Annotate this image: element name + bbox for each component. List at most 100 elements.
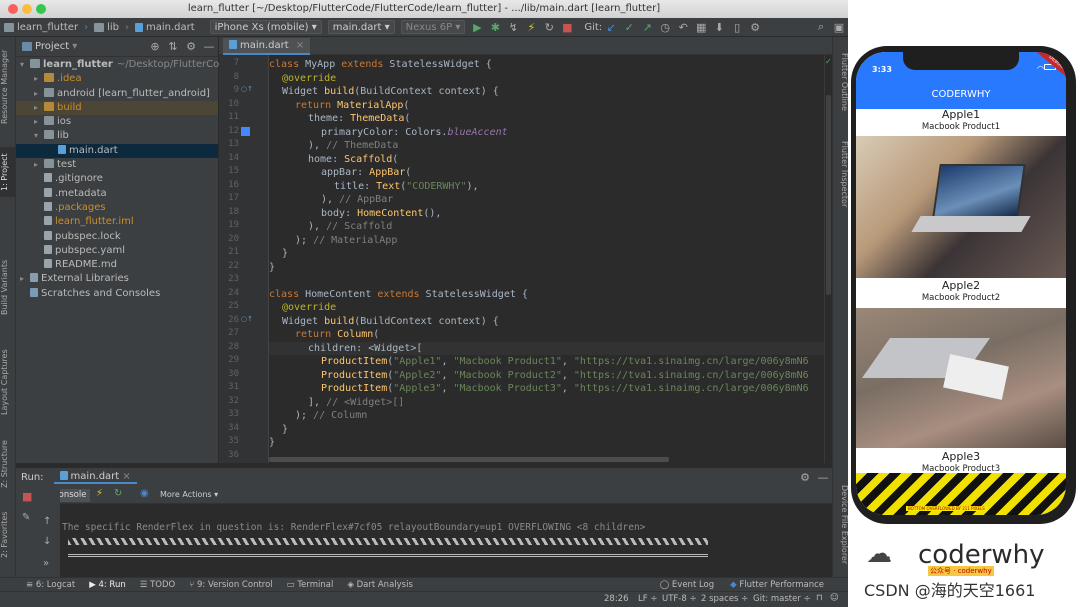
tree-item[interactable]: ▸ .idea [16, 72, 218, 86]
debug-icon[interactable]: ✱ [487, 21, 503, 34]
tree-item[interactable]: ▸ test [16, 158, 218, 172]
indent-setting[interactable]: 2 spaces ÷ [701, 594, 748, 604]
tree-item[interactable]: .packages [16, 201, 218, 215]
tool-tab-device-file-explorer[interactable]: Device File Explorer [833, 477, 849, 572]
bottom-tab[interactable]: ☰ TODO [140, 580, 175, 590]
git-rollback-icon[interactable]: ↶ [675, 21, 691, 34]
tree-item[interactable]: ▸ android [learn_flutter_android] [16, 87, 218, 101]
chevron-right-icon[interactable]: ▸ [34, 72, 44, 86]
chevron-down-icon[interactable]: ▾ [20, 58, 30, 72]
chevron-right-icon[interactable]: ▸ [34, 158, 44, 172]
run-settings-icon[interactable]: ⚙ [797, 471, 813, 484]
bottom-tab[interactable]: ◈ Dart Analysis [347, 580, 413, 590]
more-icon[interactable]: » [43, 558, 49, 569]
device-selector[interactable]: iPhone Xs (mobile) ▾ [209, 20, 322, 34]
tree-item[interactable]: ▸ External Libraries [16, 272, 218, 286]
horizontal-scrollbar[interactable] [269, 457, 669, 462]
run-icon[interactable]: ▶ [469, 21, 485, 34]
git-branch[interactable]: Git: master ÷ [753, 594, 811, 604]
tree-item[interactable]: .metadata [16, 187, 218, 201]
code-editor[interactable]: class MyApp extends StatelessWidget {@ov… [269, 55, 824, 463]
tool-tab-resource-manager[interactable]: Resource Manager [0, 47, 16, 127]
breadcrumb-file[interactable]: main.dart [131, 22, 199, 33]
tree-item[interactable]: pubspec.yaml [16, 244, 218, 258]
caret-position[interactable]: 28:26 [604, 594, 629, 604]
tree-item[interactable]: Scratches and Consoles [16, 287, 218, 301]
zoom-window-button[interactable] [36, 4, 46, 14]
bottom-tab[interactable]: ⑂ 9: Version Control [189, 580, 272, 590]
breadcrumb-lib[interactable]: lib [90, 22, 123, 33]
attach-icon[interactable]: ↯ [505, 21, 521, 34]
run-config-selector[interactable]: main.dart ▾ [327, 20, 395, 34]
hot-restart-icon[interactable]: ↻ [541, 21, 557, 34]
chevron-down-icon[interactable]: ▾ [34, 129, 44, 143]
sdk-manager-icon[interactable]: ⬇ [711, 21, 727, 34]
bottom-tab[interactable]: ▶ 4: Run [89, 580, 126, 590]
bottom-tab[interactable]: ◆ Flutter Performance [730, 580, 824, 590]
chevron-down-icon[interactable]: ▾ [72, 41, 77, 52]
chevron-right-icon[interactable]: ▸ [34, 115, 44, 129]
tree-item[interactable]: main.dart [16, 143, 218, 159]
tree-item[interactable]: ▾ learn_flutter ~/Desktop/FlutterCode/ [16, 58, 235, 72]
bottom-tab[interactable]: ≡ 6: Logcat [26, 580, 75, 590]
breadcrumb-project[interactable]: learn_flutter [0, 22, 82, 33]
console-output[interactable]: The specific RenderFlex in question is: … [60, 504, 832, 577]
panel-settings-icon[interactable]: ⚙ [183, 40, 199, 53]
tool-tab-project[interactable]: 1: Project [0, 147, 16, 197]
minimize-window-button[interactable] [22, 4, 32, 14]
collapse-all-icon[interactable]: ⇅ [165, 40, 181, 53]
layout-icon[interactable]: ▣ [831, 21, 847, 34]
inspector-icon[interactable]: ☺ [830, 593, 839, 603]
scroll-down-icon[interactable]: ↓ [43, 536, 51, 547]
git-commit-icon[interactable]: ✓ [621, 21, 637, 34]
locate-file-icon[interactable]: ⊕ [147, 40, 163, 53]
tree-item[interactable]: README.md [16, 258, 218, 272]
stop-icon[interactable]: ■ [559, 21, 575, 34]
observatory-icon[interactable]: ◉ [140, 488, 149, 499]
close-tab-icon[interactable]: × [296, 40, 304, 51]
git-update-icon[interactable]: ↙ [603, 21, 619, 34]
tool-tab-flutter-outline[interactable]: Flutter Outline [833, 47, 849, 117]
line-separator[interactable]: LF ÷ [638, 594, 657, 604]
git-history-icon[interactable]: ◷ [657, 21, 673, 34]
bottom-tab[interactable]: ▭ Terminal [287, 580, 334, 590]
chevron-right-icon[interactable]: ▸ [34, 87, 44, 101]
close-tab-icon[interactable]: × [122, 471, 130, 482]
avd-manager-icon[interactable]: ▯ [729, 21, 745, 34]
project-view-selector[interactable]: Project [35, 41, 69, 52]
hot-reload-icon[interactable]: ⚡ [96, 488, 103, 499]
editor-tab-main-dart[interactable]: main.dart × [223, 38, 311, 55]
search-icon[interactable]: ⌕ [813, 20, 829, 34]
scroll-up-icon[interactable]: ↑ [43, 516, 51, 527]
bottom-tab[interactable]: ◯ Event Log [660, 580, 714, 590]
more-actions-button[interactable]: More Actions ▾ [160, 490, 218, 499]
chevron-right-icon[interactable]: ▸ [34, 101, 44, 115]
close-window-button[interactable] [8, 4, 18, 14]
tree-item[interactable]: ▸ ios [16, 115, 218, 129]
emulator-selector[interactable]: Nexus 6P ▾ [400, 20, 466, 34]
restart-icon[interactable]: ↻ [114, 488, 122, 499]
tree-item[interactable]: ▸ build [16, 100, 218, 116]
tree-item[interactable]: learn_flutter.iml [16, 215, 218, 229]
hide-panel-icon[interactable]: — [201, 40, 217, 53]
chevron-right-icon[interactable]: ▸ [20, 272, 30, 286]
hide-panel-icon[interactable]: — [815, 471, 831, 484]
tree-item[interactable]: pubspec.lock [16, 230, 218, 244]
settings-icon[interactable]: ⚙ [747, 21, 763, 34]
tool-tab-build-variants[interactable]: Build Variants [0, 257, 16, 317]
iphone-screen[interactable]: 3:33 ◠ CODERWHY DEBUG Apple1 Macbook Pro… [856, 52, 1066, 515]
tool-tab-favorites[interactable]: 2: Favorites [0, 507, 16, 562]
run-config-tab[interactable]: main.dart × [53, 470, 137, 484]
stop-icon[interactable]: ■ [22, 490, 32, 503]
tool-tab-structure[interactable]: Z: Structure [0, 437, 16, 492]
git-push-icon[interactable]: ↗ [639, 21, 655, 34]
tool-tab-flutter-inspector[interactable]: Flutter Inspector [833, 137, 849, 212]
structure-icon[interactable]: ▦ [693, 21, 709, 34]
editor-scrollbar[interactable] [826, 95, 831, 295]
hot-reload-icon[interactable]: ⚡ [523, 21, 539, 34]
tree-item[interactable]: .gitignore [16, 172, 218, 186]
file-encoding[interactable]: UTF-8 ÷ [662, 594, 697, 604]
tree-item[interactable]: ▾ lib [16, 129, 218, 143]
override-icon[interactable]: ○↑ [241, 85, 253, 93]
tool-tab-layout-captures[interactable]: Layout Captures [0, 347, 16, 417]
